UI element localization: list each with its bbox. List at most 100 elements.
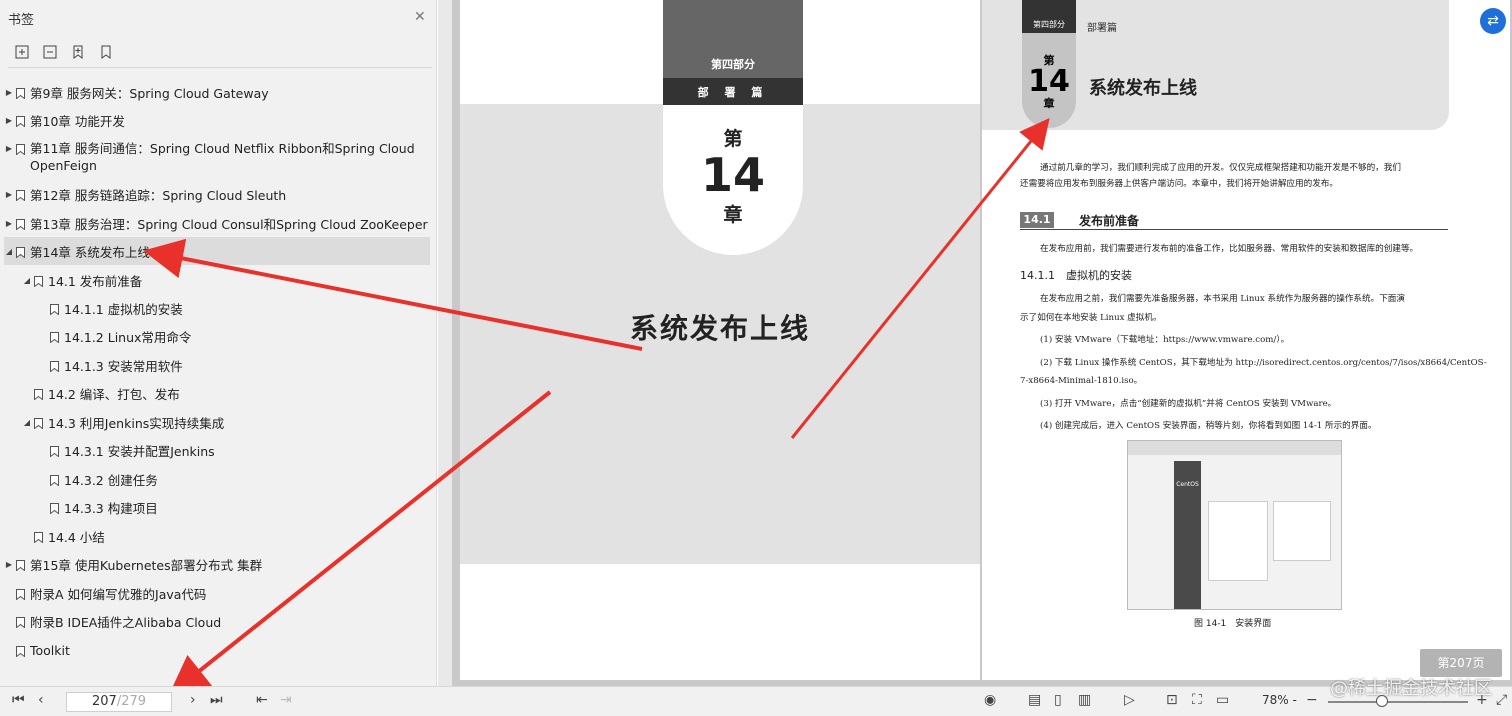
bookmark-icon	[16, 218, 25, 230]
sidebar-item-label: 第10章 功能开发	[30, 113, 125, 129]
zoom-out-icon[interactable]: −	[1306, 692, 1318, 708]
sidebar-item-ch9[interactable]: ▶ 第9章 服务网关：Spring Cloud Gateway	[4, 78, 430, 106]
expand-all-icon[interactable]	[14, 44, 30, 60]
sidebar-item-14-4[interactable]: 14.4 小结	[4, 522, 430, 550]
bookmark-icon	[50, 303, 59, 315]
pdf-reader-window: 书签 ✕ ▶ 第9章 服务网关：Spring Cloud Gateway ▶ 第…	[0, 0, 1512, 716]
sidebar-item-label: 14.3.2 创建任务	[64, 472, 158, 488]
current-page: 207	[91, 694, 117, 709]
paragraph: 在发布应用前，我们需要进行发布前的准备工作，比如服务器、常用软件的安装和数据库的…	[1040, 244, 1419, 254]
sidebar-scrollbar[interactable]	[438, 0, 452, 686]
sidebar-item-label: 第12章 服务链路追踪：Spring Cloud Sleuth	[30, 187, 287, 203]
zoom-slider[interactable]	[1328, 701, 1468, 703]
fit-page-icon[interactable]: ⛶	[1192, 692, 1202, 708]
sidebar-item-label: 第9章 服务网关：Spring Cloud Gateway	[30, 85, 269, 101]
collapse-arrow-icon[interactable]: ◢	[22, 418, 32, 427]
chapter-suffix: 章	[723, 204, 743, 226]
figure-sidebar: CentOS	[1174, 461, 1201, 609]
page-number-input[interactable]: 207/279	[66, 692, 172, 712]
sidebar-item-ch12[interactable]: ▶ 第12章 服务链路追踪：Spring Cloud Sleuth	[4, 180, 430, 208]
watermark: @稀土掘金技术社区	[1330, 678, 1492, 699]
sidebar-item-14-3-1[interactable]: 14.3.1 安装并配置Jenkins	[4, 436, 430, 464]
fit-width-icon[interactable]: ▭	[1216, 692, 1229, 708]
eye-icon[interactable]: ◉	[984, 692, 996, 708]
sidebar-item-ch10[interactable]: ▶ 第10章 功能开发	[4, 106, 430, 134]
sidebar-item-label: 14.3.1 安装并配置Jenkins	[64, 443, 215, 459]
first-page-icon[interactable]: ⏮	[12, 692, 25, 708]
page-badge: 第207页	[1420, 649, 1502, 677]
single-page-icon[interactable]: ▤	[1028, 692, 1041, 708]
bookmark-icon	[16, 616, 25, 628]
bookmark-icon	[34, 417, 43, 429]
collapse-arrow-icon[interactable]: ◢	[22, 276, 32, 285]
sidebar-item-label: 14.1.1 虚拟机的安装	[64, 301, 183, 317]
sidebar-item-14-3[interactable]: ◢ 14.3 利用Jenkins实现持续集成	[4, 408, 430, 436]
paragraph: (3) 打开 VMware，点击“创建新的虚拟机”并将 CentOS 安装到 V…	[1040, 399, 1337, 409]
paragraph: (1) 安装 VMware（下载地址：https://www.vmware.co…	[1040, 335, 1290, 345]
sidebar-item-14-3-3[interactable]: 14.3.3 构建项目	[4, 493, 430, 521]
fullscreen-icon[interactable]: ⤢	[1496, 692, 1507, 708]
expand-arrow-icon[interactable]: ▶	[4, 219, 14, 228]
sidebar-item-ch14[interactable]: ◢ 第14章 系统发布上线	[4, 237, 430, 265]
bookmark-icon	[34, 388, 43, 400]
bookmark-icon	[50, 331, 59, 343]
collapse-arrow-icon[interactable]: ◢	[4, 247, 14, 256]
divider	[1020, 229, 1448, 230]
section-label: 部 署 篇	[697, 86, 769, 99]
bookmark-icon[interactable]	[98, 44, 114, 60]
bookmark-icon	[16, 559, 25, 571]
paragraph: (4) 创建完成后，进入 CentOS 安装界面，稍等片刻，你将看到如图 14-…	[1040, 421, 1377, 431]
chapter-suffix: 章	[1043, 97, 1055, 110]
sidebar-item-ch15[interactable]: ▶ 第15章 使用Kubernetes部署分布式 集群	[4, 550, 430, 578]
sidebar-item-appendix-a[interactable]: 附录A 如何编写优雅的Java代码	[4, 579, 430, 607]
pdf-page-right: 第四部分 部署篇 第 14 章 系统发布上线 通过前几章的学习，我们顺利完成了应…	[982, 0, 1510, 680]
expand-arrow-icon[interactable]: ▶	[4, 88, 14, 97]
forward-icon[interactable]: ⇥	[280, 692, 292, 708]
bookmark-icon	[50, 474, 59, 486]
sidebar-item-label: 14.1.3 安装常用软件	[64, 358, 183, 374]
prev-page-icon[interactable]: ‹	[38, 692, 44, 708]
sidebar-item-appendix-b[interactable]: 附录B IDEA插件之Alibaba Cloud	[4, 607, 430, 635]
add-bookmark-icon[interactable]	[70, 44, 86, 60]
expand-arrow-icon[interactable]: ▶	[4, 190, 14, 199]
collapse-all-icon[interactable]	[42, 44, 58, 60]
sidebar-item-toolkit[interactable]: Toolkit	[4, 636, 430, 664]
translate-icon[interactable]: ⇄	[1480, 8, 1506, 34]
last-page-icon[interactable]: ⏭	[210, 692, 223, 708]
expand-arrow-icon[interactable]: ▶	[4, 116, 14, 125]
sidebar-item-14-3-2[interactable]: 14.3.2 创建任务	[4, 465, 430, 493]
bookmark-icon	[16, 645, 25, 657]
sidebar-item-14-1-3[interactable]: 14.1.3 安装常用软件	[4, 351, 430, 379]
sidebar-item-ch11[interactable]: ▶ 第11章 服务间通信：Spring Cloud Netflix Ribbon…	[4, 136, 430, 176]
sidebar-item-label: 14.2 编译、打包、发布	[48, 386, 180, 402]
expand-arrow-icon[interactable]: ▶	[4, 560, 14, 569]
sidebar-item-14-1[interactable]: ◢ 14.1 发布前准备	[4, 266, 430, 294]
sidebar-item-14-1-2[interactable]: 14.1.2 Linux常用命令	[4, 322, 430, 350]
continuous-page-icon[interactable]: ▯	[1054, 692, 1062, 708]
divider	[8, 67, 432, 68]
play-icon[interactable]: ▷	[1124, 692, 1135, 708]
bookmark-icon	[50, 360, 59, 372]
bookmark-icon	[16, 115, 25, 127]
two-page-icon[interactable]: ▥	[1078, 692, 1091, 708]
next-page-icon[interactable]: ›	[190, 692, 196, 708]
paragraph: 示了如何在本地安装 Linux 虚拟机。	[1020, 313, 1162, 323]
close-icon[interactable]: ✕	[414, 9, 426, 25]
sidebar-item-label: 14.3.3 构建项目	[64, 500, 158, 516]
bookmark-icon	[34, 275, 43, 287]
bookmark-icon	[16, 246, 25, 258]
chapter-prefix: 第	[723, 128, 743, 150]
zoom-dropdown-icon[interactable]: -	[1293, 693, 1297, 707]
zoom-level[interactable]: 78% -	[1262, 693, 1297, 707]
sidebar-item-14-2[interactable]: 14.2 编译、打包、发布	[4, 379, 430, 407]
figure-caption: 图 14-1 安装界面	[1194, 619, 1272, 629]
actual-size-icon[interactable]: ⊡	[1166, 692, 1178, 708]
expand-arrow-icon[interactable]: ▶	[4, 144, 14, 153]
pdf-page-left: 第四部分 部 署 篇 第 14 章 系统发布上线	[460, 0, 980, 680]
back-icon[interactable]: ⇤	[256, 692, 268, 708]
bookmark-toolbar	[14, 44, 114, 60]
sidebar-item-14-1-1[interactable]: 14.1.1 虚拟机的安装	[4, 294, 430, 322]
chapter-tab: 第四部分 部 署 篇 第 14 章	[663, 0, 803, 255]
sidebar-item-ch13[interactable]: ▶ 第13章 服务治理：Spring Cloud Consul和Spring C…	[4, 209, 430, 237]
figure-list	[1273, 501, 1331, 561]
